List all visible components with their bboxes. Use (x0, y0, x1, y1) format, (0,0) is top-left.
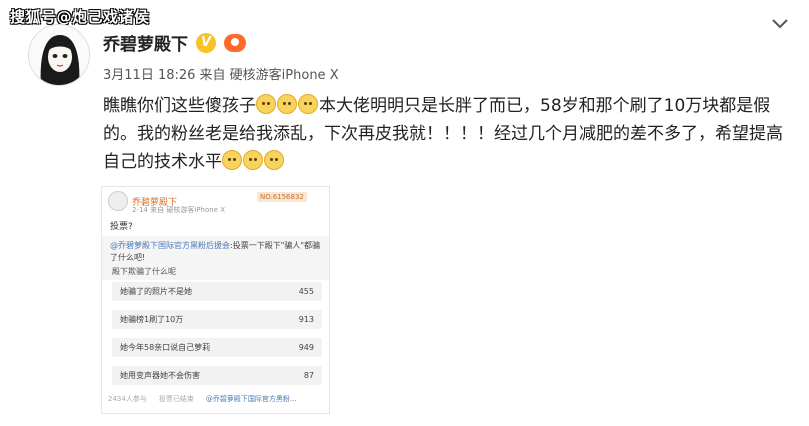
username[interactable]: 乔碧萝殿下 (103, 30, 188, 55)
poll-option: 她用变声器她不会伤害 87 (112, 366, 322, 385)
doge-emoji-icon (264, 150, 284, 170)
post-meta: 3月11日 18:26 来自 硬核游客iPhone X (103, 68, 339, 83)
doge-emoji-icon (277, 94, 297, 114)
poll-participants: 2434人参与 (108, 395, 147, 403)
doge-emoji-icon (298, 94, 318, 114)
poll-option: 她今年58亲口说自己萝莉 949 (112, 338, 322, 357)
doge-emoji-icon (256, 94, 276, 114)
verified-badge-icon: V (196, 32, 216, 53)
post-text-line-1: 瞧瞧你们这些傻孩子 (103, 96, 256, 116)
chevron-down-icon[interactable] (771, 18, 789, 30)
vip-icon (224, 33, 246, 52)
post-header: 乔碧萝殿下 V (103, 30, 246, 55)
poll-source-link: @乔碧萝殿下国际官方黑粉... (205, 395, 297, 403)
embed-question: 投票? (110, 222, 133, 232)
poll-status: 投票已结束 (158, 395, 194, 403)
poll-option: 她骗了的照片不是她 455 (112, 282, 322, 301)
embed-share-author: @乔碧萝殿下国际官方黑粉后援会 (110, 241, 230, 250)
watermark: 搜狐号@炮己戏诸侯 (10, 8, 150, 26)
post-text: 瞧瞧你们这些傻孩子 本大佬明明只是长胖了而已，58岁和那个刷了10万块都是假的。我… (103, 92, 793, 176)
embed-poll: 殿下欺骗了什么呢 她骗了的照片不是她 455 她骗榜1刷了10万 913 她今年58… (112, 266, 322, 394)
embedded-screenshot[interactable]: 乔碧萝殿下 NO.6156832 2-14 来自 硬核游客iPhone X 投票… (101, 186, 330, 414)
embed-meta: 2-14 来自 硬核游客iPhone X (132, 206, 225, 214)
doge-emoji-icon (243, 150, 263, 170)
embed-footer: 2434人参与 投票已结束 @乔碧萝殿下国际官方黑粉... (108, 394, 297, 404)
poll-option: 她骗榜1刷了10万 913 (112, 310, 322, 329)
embed-no-badge: NO.6156832 (257, 192, 307, 202)
avatar[interactable] (28, 24, 90, 86)
embed-avatar (108, 191, 128, 211)
doge-emoji-icon (222, 150, 242, 170)
poll-title: 殿下欺骗了什么呢 (112, 267, 176, 276)
